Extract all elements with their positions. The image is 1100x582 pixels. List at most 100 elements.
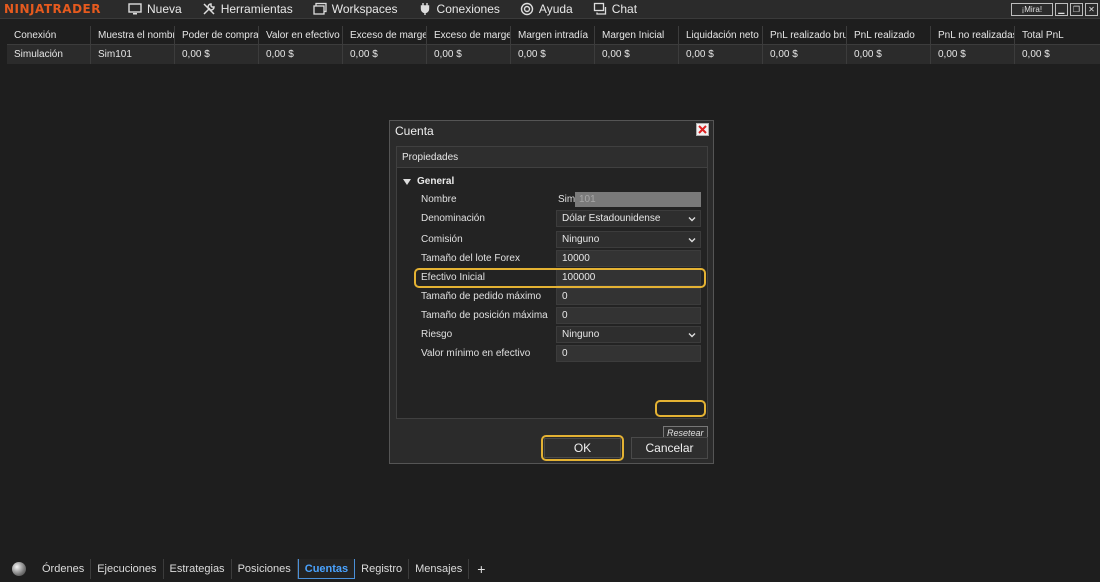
menu-herramientas-label: Herramientas bbox=[220, 2, 293, 16]
column-header[interactable]: Exceso de margen bbox=[343, 25, 427, 45]
section-general-label: General bbox=[417, 176, 455, 187]
tab-ejecuciones[interactable]: Ejecuciones bbox=[91, 559, 164, 579]
table-cell: 0,00 $ bbox=[847, 45, 931, 64]
lote-forex-input[interactable]: 10000 bbox=[556, 250, 701, 267]
property-row-riesgo: Riesgo Ninguno bbox=[421, 326, 702, 343]
menu-ayuda[interactable]: Ayuda bbox=[510, 0, 583, 19]
section-general[interactable]: General bbox=[403, 176, 454, 187]
property-label: Valor mínimo en efectivo bbox=[421, 348, 531, 359]
menu-bar: NINJATRADER Nueva Herramientas Workspace… bbox=[0, 0, 1100, 19]
property-label: Riesgo bbox=[421, 329, 453, 340]
property-row-pedido-maximo: Tamaño de pedido máximo 0 bbox=[421, 288, 702, 305]
property-label: Tamaño del lote Forex bbox=[421, 253, 520, 264]
column-header[interactable]: Total PnL bbox=[1015, 26, 1100, 45]
menu-nueva-label: Nueva bbox=[147, 2, 182, 16]
cancel-button[interactable]: Cancelar bbox=[631, 437, 708, 459]
menu-workspaces-label: Workspaces bbox=[331, 2, 398, 16]
property-row-denominacion: Denominación Dólar Estadounidense bbox=[421, 210, 702, 227]
tab-cuentas[interactable]: Cuentas bbox=[297, 559, 356, 579]
column-header[interactable]: Exceso de margen bbox=[427, 25, 511, 45]
property-row-lote-forex: Tamaño del lote Forex 10000 bbox=[421, 250, 702, 267]
column-header[interactable]: Muestra el nombre bbox=[91, 25, 175, 45]
tab-registro[interactable]: Registro bbox=[355, 559, 410, 579]
property-label: Efectivo Inicial bbox=[421, 272, 485, 283]
menu-conexiones-label: Conexiones bbox=[436, 2, 500, 16]
globe-icon[interactable] bbox=[12, 562, 26, 576]
column-header[interactable]: Poder de compra bbox=[175, 25, 259, 45]
menu-chat[interactable]: Chat bbox=[583, 0, 647, 19]
efectivo-inicial-input[interactable]: 100000 bbox=[556, 269, 701, 286]
close-window-button[interactable]: ✕ bbox=[1085, 3, 1098, 16]
riesgo-value: Ninguno bbox=[562, 329, 600, 340]
tab-posiciones[interactable]: Posiciones bbox=[232, 559, 298, 579]
table-row[interactable]: Simulación Sim101 0,00 $ 0,00 $ 0,00 $ 0… bbox=[7, 45, 1100, 64]
close-dialog-button[interactable] bbox=[696, 123, 709, 136]
table-cell: 0,00 $ bbox=[175, 45, 259, 64]
column-header[interactable]: Margen intradía bbox=[511, 25, 595, 45]
table-cell: 0,00 $ bbox=[259, 45, 343, 64]
denominacion-select[interactable]: Dólar Estadounidense bbox=[556, 210, 701, 227]
table-cell: 0,00 $ bbox=[427, 45, 511, 64]
menu-ayuda-label: Ayuda bbox=[538, 2, 573, 16]
table-cell: 0,00 $ bbox=[763, 45, 847, 64]
property-label: Tamaño de pedido máximo bbox=[421, 291, 542, 302]
column-header[interactable]: PnL no realizadas bbox=[931, 25, 1015, 45]
menu-chat-label: Chat bbox=[611, 2, 638, 16]
chat-icon bbox=[593, 2, 606, 15]
property-label: Denominación bbox=[421, 213, 485, 224]
menu-herramientas[interactable]: Herramientas bbox=[192, 0, 303, 19]
dialog-title: Cuenta bbox=[395, 123, 434, 138]
property-label: Tamaño de posición máxima bbox=[421, 310, 548, 321]
minimize-button[interactable]: ▁ bbox=[1054, 3, 1068, 16]
restore-button[interactable]: ❐ bbox=[1069, 3, 1083, 16]
column-header[interactable]: PnL realizado bbox=[847, 25, 931, 45]
tab-estrategias[interactable]: Estrategias bbox=[164, 559, 232, 579]
valor-minimo-input[interactable]: 0 bbox=[556, 345, 701, 362]
posicion-maxima-input[interactable]: 0 bbox=[556, 307, 701, 324]
property-row-nombre: Nombre Sim 101 bbox=[421, 191, 702, 208]
chevron-down-icon bbox=[688, 238, 696, 243]
comision-value: Ninguno bbox=[562, 234, 600, 245]
property-row-posicion-maxima: Tamaño de posición máxima 0 bbox=[421, 307, 702, 324]
table-cell: Simulación bbox=[7, 45, 91, 64]
grid-header: Conexión Muestra el nombre Poder de comp… bbox=[7, 25, 1100, 45]
table-cell: 0,00 $ bbox=[1022, 49, 1050, 60]
menu-conexiones[interactable]: Conexiones bbox=[408, 0, 510, 19]
tab-mensajes[interactable]: Mensajes bbox=[409, 559, 470, 579]
dialog-titlebar: Cuenta bbox=[390, 121, 713, 140]
column-header[interactable]: Conexión bbox=[7, 25, 91, 45]
name-field: Sim 101 bbox=[556, 191, 701, 208]
properties-header: Propiedades bbox=[397, 147, 707, 168]
name-input[interactable]: 101 bbox=[575, 192, 701, 207]
ok-button[interactable]: OK bbox=[544, 438, 621, 458]
plug-icon bbox=[420, 3, 429, 15]
menu-nueva[interactable]: Nueva bbox=[118, 0, 192, 19]
table-cell: 0,00 $ bbox=[343, 45, 427, 64]
chevron-down-icon bbox=[688, 217, 696, 222]
column-header[interactable]: Margen Inicial bbox=[595, 25, 679, 45]
pedido-maximo-input[interactable]: 0 bbox=[556, 288, 701, 305]
column-header[interactable]: Valor en efectivo bbox=[259, 25, 343, 45]
monitor-icon bbox=[128, 3, 142, 15]
collapse-triangle-icon[interactable] bbox=[403, 178, 411, 185]
menu-workspaces[interactable]: Workspaces bbox=[303, 0, 408, 19]
windows-icon bbox=[313, 2, 327, 15]
add-tab-button[interactable]: + bbox=[469, 561, 493, 577]
window-controls: ¡Mira! ▁ ❐ ✕ bbox=[1010, 3, 1098, 16]
column-header[interactable]: Liquidación neto bbox=[679, 25, 763, 45]
close-icon bbox=[698, 125, 707, 134]
table-cell: 0,00 $ bbox=[511, 45, 595, 64]
bottom-tab-bar: Órdenes Ejecuciones Estrategias Posicion… bbox=[0, 556, 1100, 582]
mira-button[interactable]: ¡Mira! bbox=[1010, 3, 1053, 16]
chevron-down-icon bbox=[688, 333, 696, 338]
tab-ordenes[interactable]: Órdenes bbox=[36, 559, 92, 579]
property-row-comision: Comisión Ninguno bbox=[421, 231, 702, 248]
tools-icon bbox=[203, 3, 215, 15]
name-prefix: Sim bbox=[558, 194, 576, 205]
denominacion-value: Dólar Estadounidense bbox=[562, 213, 661, 224]
property-row-efectivo-inicial: Efectivo Inicial 100000 bbox=[421, 269, 702, 286]
column-header[interactable]: PnL realizado bruto bbox=[763, 25, 847, 45]
comision-select[interactable]: Ninguno bbox=[556, 231, 701, 248]
riesgo-select[interactable]: Ninguno bbox=[556, 326, 701, 343]
properties-panel: Propiedades General Nombre Sim 101 Denom… bbox=[396, 146, 708, 440]
